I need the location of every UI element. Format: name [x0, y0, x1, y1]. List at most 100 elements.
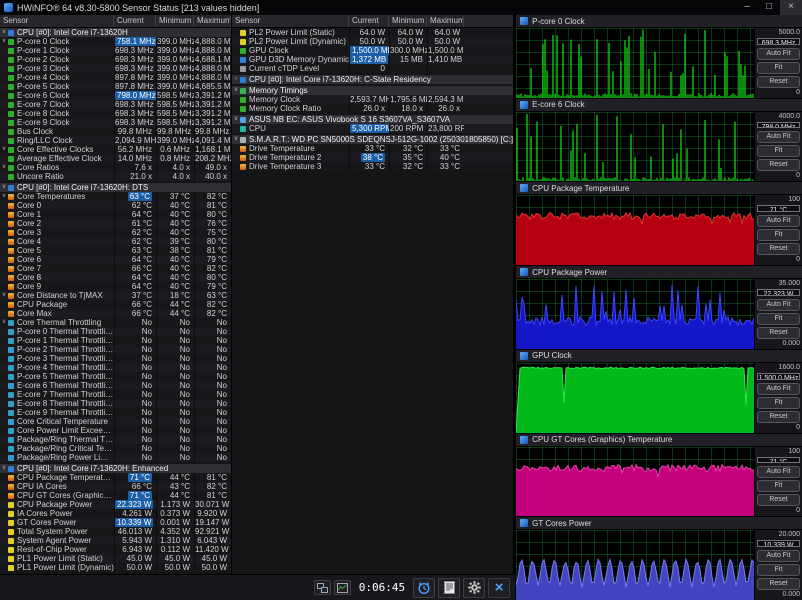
sensor-row[interactable]: E-core 7 Thermal Throttling No No No [0, 390, 231, 399]
sensor-row[interactable]: Core 2 61 °C 40 °C 76 °C [0, 219, 231, 228]
expanded-chevron-icon[interactable]: ∨ [0, 192, 8, 201]
column-header-current[interactable]: Current [349, 15, 389, 27]
sensor-row[interactable]: PL2 Power Limit (Static) 64.0 W 64.0 W 64.0… [232, 28, 514, 37]
sensor-row[interactable]: Core 8 64 °C 40 °C 80 °C [0, 273, 231, 282]
graph-window-button[interactable] [333, 580, 351, 595]
collapsed-chevron-icon[interactable]: › [232, 75, 240, 84]
sensor-row[interactable]: P-core 4 Clock 897.8 MHz 399.0 MHz 4,888.0 … [0, 73, 231, 82]
graph-title-bar[interactable]: E-core 6 Clock [516, 98, 802, 112]
sensor-row[interactable]: Core 7 66 °C 40 °C 82 °C [0, 264, 231, 273]
auto-fit-button[interactable]: Auto Fit [757, 131, 800, 144]
sensor-row[interactable]: Drive Temperature 3 33 °C 32 °C 33 °C [232, 162, 514, 171]
graph-plot[interactable] [516, 530, 754, 600]
reset-button[interactable]: Reset [757, 494, 800, 507]
expanded-chevron-icon[interactable]: ∨ [0, 28, 8, 37]
fit-button[interactable]: Fit [757, 396, 800, 409]
sensor-row[interactable]: E-core 6 Thermal Throttling No No No [0, 381, 231, 390]
graph-plot[interactable] [516, 279, 754, 349]
sensor-row[interactable]: Memory Clock 2,593.7 MHz1,795.6 MHz2,594.… [232, 95, 514, 104]
auto-fit-button[interactable]: Auto Fit [757, 47, 800, 60]
sensor-section-header[interactable]: ∨ CPU [#0]: Intel Core i7-13620H [0, 28, 231, 37]
column-header-minimum[interactable]: Minimum [389, 15, 427, 27]
sensor-row[interactable]: E-core 8 Clock 698.3 MHz 598.5 MHz 3,391.2 … [0, 109, 231, 118]
sensor-row[interactable]: ∨ Core Thermal Throttling No No No [0, 318, 231, 327]
graph-plot[interactable] [516, 195, 754, 266]
expanded-chevron-icon[interactable]: ∨ [0, 163, 8, 172]
sensor-row[interactable]: P-core 5 Thermal Throttling No No No [0, 372, 231, 381]
sensor-row[interactable]: CPU Package Power 22.323 W 1.173 W 30.071 W [0, 500, 231, 509]
sensor-row[interactable]: Rest-of-Chip Power 6.943 W 0.112 W 11.420 W [0, 545, 231, 554]
sensor-row[interactable]: PL1 Power Limit (Static) 45.0 W 45.0 W 45.0… [0, 554, 231, 563]
sensor-row[interactable]: Package/Ring Critical TemperatureNoNoNo [0, 444, 231, 453]
graph-plot[interactable] [516, 446, 754, 517]
sensor-row[interactable]: P-core 4 Thermal Throttling No No No [0, 363, 231, 372]
reset-button[interactable]: Reset [757, 410, 800, 423]
fit-button[interactable]: Fit [757, 480, 800, 493]
auto-fit-button[interactable]: Auto Fit [757, 382, 800, 395]
sensor-row[interactable]: Memory Clock Ratio 26.0 x 18.0 x 26.0 x [232, 104, 514, 113]
sensor-row[interactable]: Package/Ring Power Limit Exce...NoNoNo [0, 453, 231, 462]
sensor-row[interactable]: Core Power Limit Exceeded No No No [0, 426, 231, 435]
expanded-chevron-icon[interactable]: ∨ [0, 464, 8, 473]
sensor-row[interactable]: Current cTDP Level 0 [232, 64, 514, 73]
sensor-row[interactable]: GT Cores Power 10.339 W 0.001 W 19.147 W [0, 518, 231, 527]
sensor-row[interactable]: P-core 0 Thermal Throttling No No No [0, 327, 231, 336]
sensor-row[interactable]: E-core 9 Thermal Throttling No No No [0, 408, 231, 417]
sensor-row[interactable]: ∨ Core Ratios 7.6 x 4.0 x 49.0 x [0, 163, 231, 172]
graph-plot[interactable] [516, 362, 754, 433]
sensor-row[interactable]: ∨ Core Distance to TjMAX 37 °C 18 °C 63 °C [0, 291, 231, 300]
sensor-row[interactable]: E-core 8 Thermal Throttling No No No [0, 399, 231, 408]
sensor-row[interactable]: P-core 1 Thermal Throttling No No No [0, 336, 231, 345]
sensor-row[interactable]: E-core 6 Clock 798.0 MHz 598.5 MHz 3,391.2 … [0, 91, 231, 100]
expanded-chevron-icon[interactable]: ∨ [0, 183, 8, 192]
column-header-current[interactable]: Current [114, 15, 156, 27]
fit-button[interactable]: Fit [757, 312, 800, 325]
sensor-section-header[interactable]: ∨ Memory Timings [232, 86, 514, 95]
graph-title-bar[interactable]: CPU Package Temperature [516, 182, 802, 196]
expanded-chevron-icon[interactable]: ∨ [0, 145, 8, 154]
maximize-button[interactable]: □ [758, 0, 780, 15]
expanded-chevron-icon[interactable]: ∨ [232, 135, 240, 144]
close-button[interactable]: × [780, 0, 802, 15]
expanded-chevron-icon[interactable]: ∨ [232, 86, 240, 95]
sensor-row[interactable]: GPU D3D Memory Dynamic 1,372 MB 15 MB 1,410… [232, 55, 514, 64]
alarm-clock-button[interactable] [413, 577, 436, 598]
auto-fit-button[interactable]: Auto Fit [757, 215, 800, 228]
sensor-row[interactable]: Core 5 63 °C 38 °C 81 °C [0, 246, 231, 255]
sensor-row[interactable]: P-core 2 Thermal Throttling No No No [0, 345, 231, 354]
sensor-row[interactable]: Drive Temperature 2 38 °C 35 °C 40 °C [232, 153, 514, 162]
sensor-row[interactable]: Average Effective Clock 14.0 MHz 0.8 MHz 20… [0, 154, 231, 163]
fit-button[interactable]: Fit [757, 564, 800, 577]
expanded-chevron-icon[interactable]: ∨ [0, 37, 8, 46]
expanded-chevron-icon[interactable]: ∨ [232, 115, 240, 124]
report-button[interactable] [438, 577, 461, 598]
sensor-row[interactable]: GPU Clock 1,500.0 MHz300.0 MHz1,500.0 MHz [232, 46, 514, 55]
reset-button[interactable]: Reset [757, 243, 800, 256]
sensor-row[interactable]: P-core 3 Clock 698.3 MHz 399.0 MHz 4,888.0 … [0, 64, 231, 73]
reset-button[interactable]: Reset [757, 75, 800, 88]
fit-button[interactable]: Fit [757, 229, 800, 242]
sensor-row[interactable]: E-core 9 Clock 698.3 MHz 598.5 MHz 3,391.2 … [0, 118, 231, 127]
expanded-chevron-icon[interactable]: ∨ [0, 291, 8, 300]
sensor-row[interactable]: Total System Power 46.013 W 4.352 W 92.921 … [0, 527, 231, 536]
graph-plot[interactable] [516, 28, 754, 98]
minimize-button[interactable]: – [736, 0, 758, 15]
sensor-row[interactable]: CPU 5,300 RPM200 RPM23,800 RPM [232, 124, 514, 133]
sensor-row[interactable]: Core 3 62 °C 40 °C 75 °C [0, 228, 231, 237]
sensor-section-header[interactable]: ∨ S.M.A.R.T.: WD PC SN5000S SDEQNSJ-512G-… [232, 135, 514, 144]
sensor-row[interactable]: CPU GT Cores (Graphics) Temper... 71 °C 44… [0, 491, 231, 500]
sensor-row[interactable]: P-core 1 Clock 698.3 MHz 399.0 MHz 4,888.0 … [0, 46, 231, 55]
sensor-row[interactable]: Core 0 62 °C 40 °C 81 °C [0, 201, 231, 210]
sensor-row[interactable]: IA Cores Power 4.261 W 0.373 W 9.920 W [0, 509, 231, 518]
graph-title-bar[interactable]: CPU GT Cores (Graphics) Temperature [516, 433, 802, 447]
sensor-row[interactable]: Core 6 64 °C 40 °C 79 °C [0, 255, 231, 264]
column-header-sensor[interactable]: Sensor [0, 15, 114, 27]
column-header-sensor[interactable]: Sensor [232, 15, 349, 27]
sensor-section-header[interactable]: ∨ CPU [#0]: Intel Core i7-13620H: DTS [0, 183, 231, 192]
sensor-row[interactable]: Bus Clock 99.8 MHz 99.8 MHz 99.8 MHz [0, 127, 231, 136]
sensor-row[interactable]: Drive Temperature 33 °C 32 °C 33 °C [232, 144, 514, 153]
graph-title-bar[interactable]: GT Cores Power [516, 517, 802, 531]
sensor-row[interactable]: Core Max 66 °C 44 °C 82 °C [0, 309, 231, 318]
sensor-row[interactable]: ∨ Core Effective Clocks 56.2 MHz 0.6 MHz 1,1… [0, 145, 231, 154]
sensor-row[interactable]: ∨ P-core 0 Clock 758.1 MHz 399.0 MHz 4,888.0… [0, 37, 231, 46]
